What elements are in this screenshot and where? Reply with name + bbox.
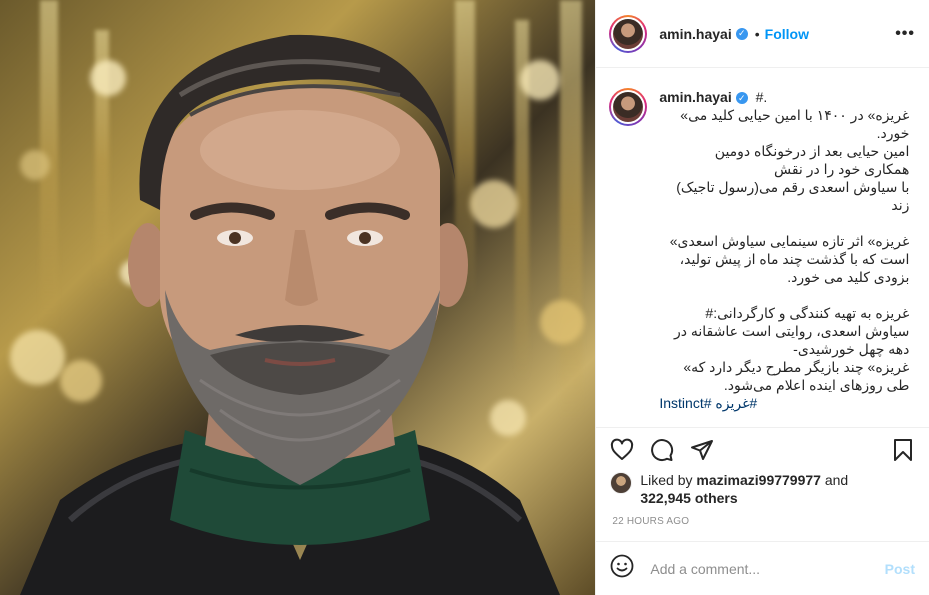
caption-line: با سیاوش اسعدی رقم می(رسول تاجیک) — [676, 179, 910, 195]
caption-line: غریزه به تهیه کنندگی و کارگردانی:# — [705, 305, 910, 321]
comment-input[interactable] — [648, 559, 885, 578]
comment-icon[interactable] — [650, 438, 674, 462]
likes-row: Liked by mazimazi99779977 and 322,945 ot… — [596, 471, 929, 511]
liker-avatar[interactable] — [610, 472, 633, 494]
avatar-inner — [611, 16, 646, 51]
heart-icon[interactable] — [610, 438, 634, 462]
action-bar — [596, 427, 929, 471]
post-header: amin.hayai ✓ • Follow ••• — [596, 0, 929, 68]
bookmark-icon[interactable] — [891, 438, 915, 462]
caption-avatar-inner — [611, 90, 646, 124]
caption-line: سیاوش اسعدی، روایتی است عاشقانه در — [673, 323, 910, 339]
follow-button[interactable]: Follow — [765, 26, 809, 42]
caption-line: خورد. — [876, 125, 910, 141]
caption-username[interactable]: amin.hayai — [659, 89, 731, 105]
caption-line: زند — [891, 197, 910, 213]
caption-line: غریزه» اثر تازه سینمایی سیاوش اسعدی» — [669, 233, 910, 249]
liker-username[interactable]: mazimazi99779977 — [696, 472, 821, 488]
more-options-icon[interactable]: ••• — [895, 25, 915, 43]
likes-summary: Liked by mazimazi99779977 and 322,945 ot… — [640, 471, 848, 507]
likes-and: and — [824, 472, 849, 488]
caption-line: امین حیایی بعد از درخونگاه دومین — [714, 143, 910, 159]
caption-avatar[interactable] — [609, 88, 648, 126]
portrait-illustration — [20, 34, 560, 595]
header-separator: • — [754, 25, 760, 42]
emoji-icon[interactable] — [610, 554, 634, 583]
caption-line: طی روزهای اینده اعلام می‌شود. — [723, 377, 910, 393]
post-timestamp[interactable]: 22 HOURS AGO — [596, 511, 929, 535]
caption-line: غریزه» در ۱۴۰۰ با امین حیایی کلید می» — [680, 107, 910, 123]
caption-hashtags[interactable]: #غریزه #Instinct — [659, 394, 909, 412]
avatar-image — [613, 18, 644, 49]
share-icon[interactable] — [690, 438, 714, 462]
caption-line: است که با گذشت چند ماه از پیش تولید، — [679, 251, 910, 267]
verified-badge-icon: ✓ — [735, 92, 748, 105]
caption-line: همکاری خود را در نقش — [774, 161, 910, 177]
caption-avatar-image — [613, 92, 644, 122]
caption-header: amin.hayai ✓ #. — [659, 88, 909, 106]
caption-line: غریزه» چند بازیگر مطرح دیگر دارد که» — [683, 359, 910, 375]
post-side-panel: amin.hayai ✓ • Follow ••• amin.hayai ✓ #.… — [595, 0, 929, 595]
verified-badge-icon: ✓ — [735, 27, 748, 40]
likes-prefix: Liked by — [640, 472, 693, 488]
post-comment-button[interactable]: Post — [885, 561, 915, 577]
instagram-post: amin.hayai ✓ • Follow ••• amin.hayai ✓ #.… — [0, 0, 929, 595]
post-caption: amin.hayai ✓ #. غریزه» در ۱۴۰۰ با امین حی… — [659, 88, 909, 412]
likes-count[interactable]: 322,945 others — [640, 490, 737, 506]
comments-area[interactable]: amin.hayai ✓ #. غریزه» در ۱۴۰۰ با امین حی… — [596, 68, 929, 428]
add-comment-bar: Post — [596, 541, 929, 595]
caption-line: دهه چهل خورشیدی- — [793, 341, 910, 357]
caption-line: بزودی کلید می خورد. — [787, 269, 910, 285]
post-photo[interactable] — [0, 0, 596, 595]
avatar[interactable] — [609, 14, 648, 53]
caption-suffix: #. — [755, 89, 768, 105]
header-username[interactable]: amin.hayai — [659, 26, 731, 42]
